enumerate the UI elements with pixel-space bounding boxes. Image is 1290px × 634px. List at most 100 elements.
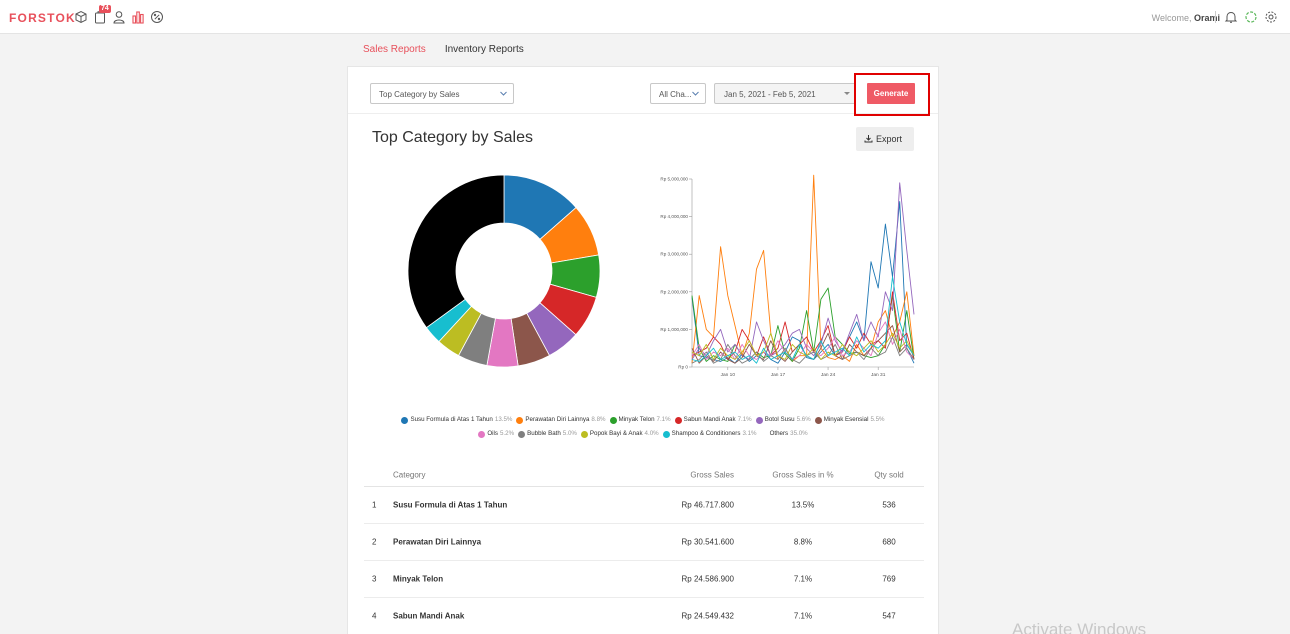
legend-item[interactable]: Shampoo & Conditioners 3.1%	[662, 427, 757, 441]
channel-value: All Cha...	[659, 90, 692, 99]
legend-item[interactable]: Oils 5.2%	[478, 427, 514, 441]
export-button[interactable]: Export	[856, 127, 914, 151]
tab-sales-reports[interactable]: Sales Reports	[363, 44, 426, 61]
category-table: Category Gross Sales Gross Sales in % Qt…	[364, 463, 924, 634]
legend-pct: 7.1%	[737, 416, 752, 423]
legend-pct: 5.6%	[796, 416, 811, 423]
legend-item[interactable]: Minyak Esensial 5.5%	[814, 413, 885, 427]
export-label: Export	[876, 134, 903, 144]
legend-item[interactable]: Botol Susu 5.6%	[755, 413, 811, 427]
reports-bar-chart-icon[interactable]	[131, 10, 145, 24]
legend-item[interactable]: Minyak Telon 7.1%	[609, 413, 671, 427]
customer-user-icon[interactable]	[112, 10, 126, 24]
legend-item[interactable]: Sabun Mandi Anak 7.1%	[674, 413, 752, 427]
export-download-icon	[864, 135, 873, 143]
legend-item[interactable]: Bubble Bath 5.0%	[518, 427, 577, 441]
row-number: 4	[372, 611, 377, 621]
legend-swatch	[662, 430, 670, 438]
promotion-percent-icon[interactable]	[150, 10, 164, 24]
date-range-picker[interactable]: Jan 5, 2021 - Feb 5, 2021	[714, 83, 856, 104]
row-gross-pct: 8.8%	[793, 537, 813, 547]
legend-label: Bubble Bath	[527, 430, 561, 437]
row-qty: 536	[882, 500, 896, 510]
table-row: 4 Sabun Mandi Anak Rp 24.549.432 7.1% 54…	[364, 598, 924, 634]
row-gross-sales: Rp 46.717.800	[681, 500, 735, 510]
tab-inventory-reports[interactable]: Inventory Reports	[445, 44, 524, 61]
row-qty: 769	[882, 574, 896, 584]
bell-icon[interactable]	[1224, 10, 1238, 24]
report-type-value: Top Category by Sales	[379, 90, 460, 99]
chevron-down-icon	[500, 91, 507, 96]
forstok-logo[interactable]: FORSTOK	[9, 11, 76, 25]
legend-item[interactable]: Popok Bayi & Anak 4.0%	[580, 427, 659, 441]
channel-select[interactable]: All Cha...	[650, 83, 706, 104]
row-qty: 680	[882, 537, 896, 547]
legend-label: Popok Bayi & Anak	[589, 430, 643, 437]
legend-label: Botol Susu	[764, 416, 795, 423]
legend-pct: 13.5%	[494, 416, 513, 423]
top-navbar: FORSTOK 74 Welcome, Orami	[0, 0, 1290, 34]
legend-swatch	[478, 430, 486, 438]
x-tick-label: Jan 24	[821, 372, 836, 378]
legend-label: Perawatan Diri Lainnya	[525, 416, 590, 423]
table-row: 2 Perawatan Diri Lainnya Rp 30.541.600 8…	[364, 524, 924, 561]
donut-slice	[407, 174, 505, 329]
sync-icon[interactable]	[1244, 10, 1258, 24]
caret-down-icon	[844, 92, 850, 95]
row-gross-sales: Rp 30.541.600	[681, 537, 735, 547]
legend-swatch	[760, 430, 768, 438]
legend-item[interactable]: Susu Formula di Atas 1 Tahun 13.5%	[401, 413, 512, 427]
category-sales-line-chart: Rp 0 Rp 1,000,000 Rp 2,000,000 Rp 3,000,000…	[660, 174, 915, 378]
series-line	[691, 182, 915, 360]
header-gross-sales-pct[interactable]: Gross Sales in %	[762, 470, 844, 479]
report-title: Top Category by Sales	[372, 129, 533, 146]
row-number: 3	[372, 574, 377, 584]
report-panel: Top Category by Sales All Cha... Jan 5, …	[347, 66, 939, 634]
chart-legend: Susu Formula di Atas 1 Tahun 13.5% Perawat…	[348, 413, 938, 441]
header-qty-sold[interactable]: Qty sold	[864, 470, 914, 479]
legend-pct: 5.2%	[499, 430, 515, 437]
table-row: 3 Minyak Telon Rp 24.586.900 7.1% 769	[364, 561, 924, 598]
top-right-icons	[1215, 10, 1278, 24]
legend-item[interactable]: Perawatan Diri Lainnya 8.8%	[516, 413, 606, 427]
y-tick-label: Rp 2,000,000	[660, 289, 688, 294]
legend-label: Susu Formula di Atas 1 Tahun	[410, 416, 493, 423]
products-box-icon[interactable]	[74, 10, 88, 24]
x-tick-label: Jan 10	[721, 372, 736, 378]
header-gross-sales[interactable]: Gross Sales	[654, 470, 734, 479]
top-nav-icons: 74	[74, 5, 164, 26]
header-category[interactable]: Category	[393, 470, 425, 479]
legend-swatch	[401, 416, 409, 424]
category-donut-chart	[407, 174, 601, 368]
legend-label: Sabun Mandi Anak	[683, 416, 736, 423]
legend-swatch	[609, 416, 617, 424]
legend-pct: 3.1%	[742, 430, 757, 437]
row-gross-sales: Rp 24.586.900	[681, 574, 735, 584]
generate-button[interactable]: Generate	[867, 83, 915, 104]
date-range-value: Jan 5, 2021 - Feb 5, 2021	[724, 90, 816, 99]
legend-row: Susu Formula di Atas 1 Tahun 13.5% Perawat…	[348, 413, 938, 427]
legend-label: Shampoo & Conditioners	[671, 430, 741, 437]
notification-badge: 74	[99, 5, 111, 13]
row-category: Susu Formula di Atas 1 Tahun	[393, 500, 508, 510]
welcome-text: Welcome, Orami	[1152, 13, 1220, 23]
row-number: 1	[372, 500, 377, 510]
orders-clipboard-icon[interactable]: 74	[93, 5, 111, 24]
legend-label: Others	[769, 430, 789, 437]
legend-pct: 5.0%	[562, 430, 577, 437]
activate-windows-watermark: Activate Windows	[1012, 620, 1147, 634]
legend-swatch	[518, 430, 526, 438]
row-gross-sales: Rp 24.549.432	[681, 611, 735, 621]
row-gross-pct: 7.1%	[793, 574, 813, 584]
y-tick-label: Rp 4,000,000	[660, 214, 688, 219]
gear-icon[interactable]	[1264, 10, 1278, 24]
legend-label: Minyak Esensial	[823, 416, 869, 423]
y-tick-label: Rp 3,000,000	[660, 252, 688, 257]
divider	[1215, 11, 1216, 23]
row-category: Minyak Telon	[393, 574, 444, 584]
legend-label: Minyak Telon	[618, 416, 655, 423]
report-type-select[interactable]: Top Category by Sales	[370, 83, 514, 104]
legend-pct: 5.5%	[870, 416, 885, 423]
legend-pct: 7.1%	[656, 416, 671, 423]
legend-item[interactable]: Others 35.0%	[760, 427, 808, 441]
